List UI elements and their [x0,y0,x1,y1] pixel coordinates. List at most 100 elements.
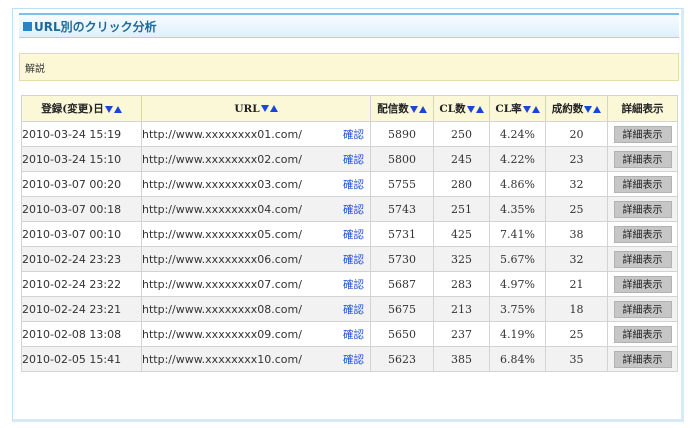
sort-ascending-icon[interactable] [418,105,427,113]
row-delivered: 5731 [370,221,434,247]
row-url: http://www.xxxxxxxx09.com/ [142,327,302,341]
row-cl-count: 251 [433,196,490,222]
row-delivered: 5890 [370,121,434,147]
sort-ascending-icon[interactable] [269,105,278,112]
row-cl-count: 250 [433,121,490,147]
row-delivered: 5800 [370,146,434,172]
row-cl-count: 213 [433,296,490,322]
panel-title-bar: URL別のクリック分析 [19,13,679,38]
confirm-link[interactable]: 確認 [343,227,364,242]
detail-view-button[interactable]: 詳細表示 [613,325,672,343]
explanation-box: 解説 [19,53,679,81]
row-url-cell: http://www.xxxxxxxx06.com/確認 [141,246,371,272]
blue-square-icon [23,21,32,31]
row-conversions: 25 [545,196,608,222]
row-date: 2010-02-05 15:41 [21,346,142,372]
row-cl-rate: 4.24% [489,121,546,147]
row-url-cell: http://www.xxxxxxxx02.com/確認 [141,146,371,172]
row-date: 2010-02-08 13:08 [21,321,142,347]
row-delivered: 5730 [370,246,434,272]
confirm-link[interactable]: 確認 [343,202,364,217]
sort-ascending-icon[interactable] [475,105,484,113]
row-date: 2010-02-24 23:22 [21,271,142,297]
table-row: 2010-02-24 23:23 http://www.xxxxxxxx06.c… [21,246,678,272]
row-cl-count: 283 [433,271,490,297]
row-conversions: 21 [545,271,608,297]
column-header-cl-rate: CL率 [489,95,546,122]
sort-ascending-icon[interactable] [113,105,122,113]
detail-view-button[interactable]: 詳細表示 [613,350,672,368]
row-cl-count: 237 [433,321,490,347]
row-date: 2010-02-24 23:21 [21,296,142,322]
table-header-row: 登録(変更)日 URL 配信数 CL数 CL率 成約数 詳細表示 [21,95,678,122]
row-cl-count: 385 [433,346,490,372]
row-url: http://www.xxxxxxxx08.com/ [142,302,302,316]
sort-descending-icon[interactable] [260,105,269,112]
sort-descending-icon[interactable] [104,105,113,113]
row-conversions: 18 [545,296,608,322]
sort-descending-icon[interactable] [409,105,418,113]
row-delivered: 5650 [370,321,434,347]
column-header-conversions: 成約数 [545,95,608,122]
detail-view-button[interactable]: 詳細表示 [613,150,672,168]
sort-descending-icon[interactable] [466,105,475,113]
sort-descending-icon[interactable] [584,105,593,113]
sort-ascending-icon[interactable] [593,105,602,113]
confirm-link[interactable]: 確認 [343,177,364,192]
confirm-link[interactable]: 確認 [343,352,364,367]
row-cl-rate: 4.22% [489,146,546,172]
table-row: 2010-03-07 00:20 http://www.xxxxxxxx03.c… [21,171,678,197]
row-cl-rate: 7.41% [489,221,546,247]
column-header-label: CL数 [439,103,466,115]
row-url: http://www.xxxxxxxx04.com/ [142,202,302,216]
column-header-label: 詳細表示 [621,103,664,115]
confirm-link[interactable]: 確認 [343,302,364,317]
confirm-link[interactable]: 確認 [343,152,364,167]
confirm-link[interactable]: 確認 [343,127,364,142]
confirm-link[interactable]: 確認 [343,252,364,267]
row-conversions: 20 [545,121,608,147]
row-cl-rate: 4.97% [489,271,546,297]
sort-descending-icon[interactable] [522,105,531,113]
detail-view-button[interactable]: 詳細表示 [613,200,672,218]
row-conversions: 25 [545,321,608,347]
row-cl-rate: 3.75% [489,296,546,322]
row-url-cell: http://www.xxxxxxxx01.com/確認 [141,121,371,147]
row-cl-count: 325 [433,246,490,272]
row-url: http://www.xxxxxxxx06.com/ [142,252,302,266]
row-delivered: 5743 [370,196,434,222]
detail-view-button[interactable]: 詳細表示 [613,300,672,318]
row-conversions: 32 [545,246,608,272]
confirm-link[interactable]: 確認 [343,277,364,292]
row-cl-rate: 5.67% [489,246,546,272]
detail-view-button[interactable]: 詳細表示 [613,125,672,143]
row-date: 2010-03-24 15:19 [21,121,142,147]
row-cl-rate: 6.84% [489,346,546,372]
detail-view-button[interactable]: 詳細表示 [613,275,672,293]
sort-ascending-icon[interactable] [531,105,540,113]
row-url-cell: http://www.xxxxxxxx04.com/確認 [141,196,371,222]
row-cl-count: 245 [433,146,490,172]
row-action-cell: 詳細表示 [607,246,678,272]
detail-view-button[interactable]: 詳細表示 [613,225,672,243]
row-date: 2010-03-07 00:18 [21,196,142,222]
row-url-cell: http://www.xxxxxxxx08.com/確認 [141,296,371,322]
row-action-cell: 詳細表示 [607,196,678,222]
detail-view-button[interactable]: 詳細表示 [613,250,672,268]
column-header-url: URL [141,95,371,122]
row-conversions: 23 [545,146,608,172]
detail-view-button[interactable]: 詳細表示 [613,175,672,193]
column-header-cl-count: CL数 [433,95,490,122]
row-cl-count: 425 [433,221,490,247]
row-date: 2010-02-24 23:23 [21,246,142,272]
row-cl-rate: 4.86% [489,171,546,197]
row-action-cell: 詳細表示 [607,146,678,172]
explanation-label: 解説 [25,63,45,75]
row-url: http://www.xxxxxxxx05.com/ [142,227,302,241]
column-header-label: 登録(変更)日 [41,103,104,115]
table-row: 2010-02-24 23:22 http://www.xxxxxxxx07.c… [21,271,678,297]
confirm-link[interactable]: 確認 [343,327,364,342]
row-date: 2010-03-07 00:10 [21,221,142,247]
row-action-cell: 詳細表示 [607,296,678,322]
row-conversions: 32 [545,171,608,197]
